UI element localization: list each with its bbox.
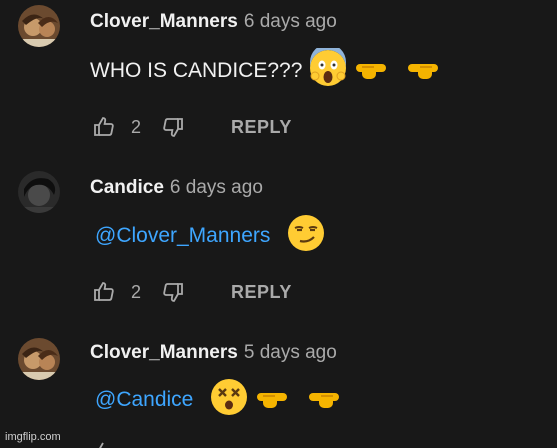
- thumbs-down-icon: [163, 283, 183, 302]
- avatar[interactable]: [18, 338, 60, 380]
- author-name[interactable]: Candice: [90, 177, 164, 198]
- thumbs-up-icon: [94, 117, 114, 136]
- pointing-right-icon: [255, 384, 295, 416]
- thumbs-up-icon: [99, 442, 104, 448]
- like-count: 2: [131, 116, 142, 137]
- comment-body: WHO IS CANDICE???: [90, 44, 440, 94]
- comment-age[interactable]: 5 days ago: [244, 342, 337, 363]
- like-button[interactable]: [90, 440, 118, 448]
- avatar[interactable]: [18, 5, 60, 47]
- dislike-button[interactable]: [159, 113, 187, 141]
- face-screaming-in-fear-icon: [308, 44, 348, 94]
- comment-age[interactable]: 6 days ago: [170, 177, 263, 198]
- pointing-left-icon: [301, 384, 341, 416]
- like-button[interactable]: [90, 278, 118, 306]
- author-name[interactable]: Clover_Manners: [90, 11, 238, 32]
- comment-author[interactable]: Candice 6 days ago: [90, 177, 263, 199]
- dislike-button[interactable]: [159, 278, 187, 306]
- like-count: 2: [131, 281, 142, 302]
- thumbs-up-icon: [94, 282, 114, 301]
- comment-author[interactable]: Clover_Manners 6 days ago: [90, 11, 337, 33]
- mention-link[interactable]: @Clover_Manners: [95, 224, 270, 248]
- mention-link[interactable]: @Candice: [95, 388, 193, 412]
- comment-actions: 2 REPLY: [90, 113, 292, 141]
- avatar[interactable]: [18, 171, 60, 213]
- comment-actions: 2 REPLY: [90, 278, 292, 306]
- comment-body: @Clover_Manners: [90, 213, 326, 259]
- pointing-left-icon: [400, 55, 440, 87]
- dizzy-face-icon: [209, 377, 249, 423]
- like-button[interactable]: [90, 113, 118, 141]
- author-name[interactable]: Clover_Manners: [90, 342, 238, 363]
- reply-button[interactable]: REPLY: [231, 282, 292, 303]
- comment-body: @Candice: [90, 377, 341, 423]
- pointing-right-icon: [354, 55, 394, 87]
- watermark: imgflip.com: [5, 431, 61, 443]
- smirking-face-icon: [286, 213, 326, 259]
- comment-actions: [90, 440, 118, 448]
- comment-age[interactable]: 6 days ago: [244, 11, 337, 32]
- thumbs-down-icon: [163, 118, 183, 137]
- reply-button[interactable]: REPLY: [231, 117, 292, 138]
- comment-author[interactable]: Clover_Manners 5 days ago: [90, 342, 337, 364]
- comment-text: WHO IS CANDICE???: [90, 59, 303, 82]
